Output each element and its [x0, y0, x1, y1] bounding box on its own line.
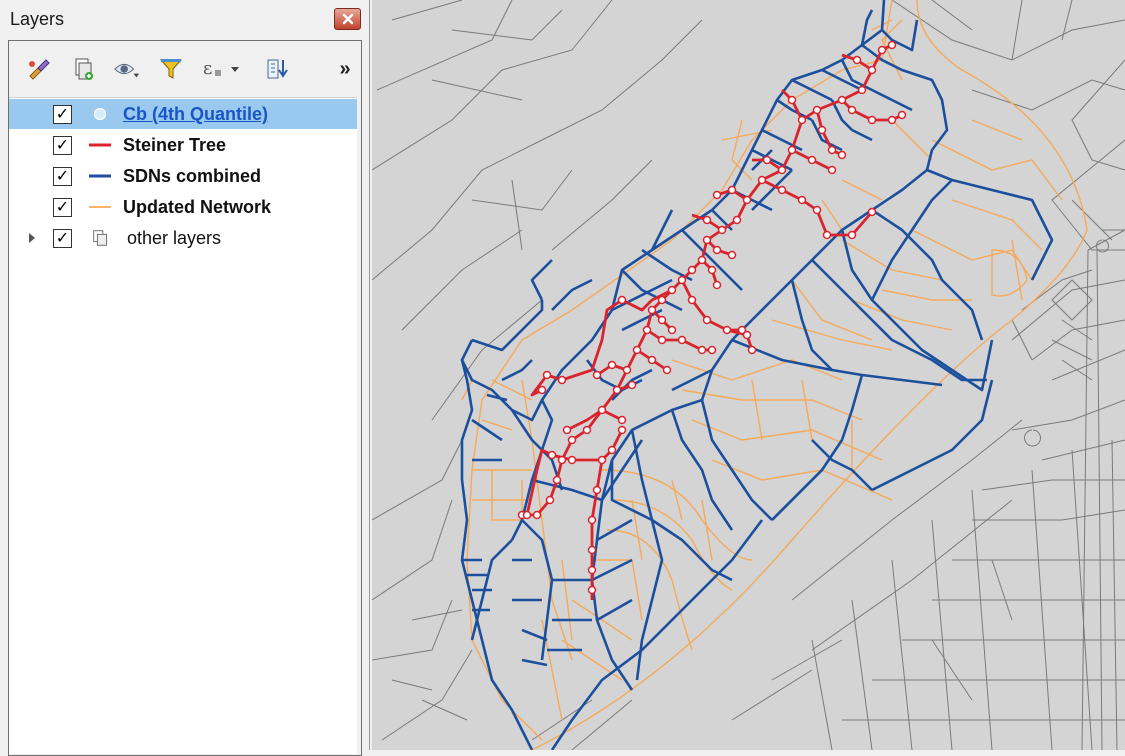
layer-label: Steiner Tree: [123, 135, 227, 155]
layer-checkbox[interactable]: ✓: [53, 105, 72, 124]
expand-arrow-icon[interactable]: [29, 233, 35, 243]
layer-row-steiner-tree[interactable]: ✓ Steiner Tree: [9, 130, 357, 160]
layer-row-updated-network[interactable]: ✓ Updated Network: [9, 192, 357, 222]
filter-expression-icon[interactable]: ε: [201, 55, 241, 83]
filter-legend-icon[interactable]: [157, 55, 185, 83]
layer-checkbox[interactable]: ✓: [53, 136, 72, 155]
line-symbol-icon: [89, 143, 111, 147]
manage-visibility-icon[interactable]: [113, 55, 141, 83]
layer-checkbox[interactable]: ✓: [53, 198, 72, 217]
map-canvas[interactable]: [372, 0, 1125, 750]
add-group-icon[interactable]: [69, 55, 97, 83]
layer-checkbox[interactable]: ✓: [53, 229, 72, 248]
panel-title: Layers: [10, 9, 65, 29]
layer-label: Cb (4th Quantile): [123, 104, 268, 124]
layer-row-other-layers[interactable]: ✓ other layers: [9, 223, 357, 253]
open-layer-styling-icon[interactable]: [25, 55, 53, 83]
expand-all-icon[interactable]: [263, 55, 291, 83]
more-tools-icon[interactable]: »: [331, 55, 359, 83]
layer-label: SDNs combined: [123, 166, 262, 186]
layer-label: other layers: [127, 228, 222, 248]
layers-toolbar: ε »: [9, 41, 361, 97]
close-icon: [342, 13, 353, 25]
layer-row-sdns-combined[interactable]: ✓ SDNs combined: [9, 161, 357, 191]
layers-frame: ε » ✓ Cb (4th Quantile) ✓ Steiner Tree ✓…: [8, 40, 362, 756]
layer-tree: ✓ Cb (4th Quantile) ✓ Steiner Tree ✓ SDN…: [9, 97, 357, 754]
map-view[interactable]: [372, 0, 1125, 750]
layer-row-cb-4th-quantile[interactable]: ✓ Cb (4th Quantile): [9, 99, 357, 129]
layer-checkbox[interactable]: ✓: [53, 167, 72, 186]
layers-panel: Layers ε » ✓ Cb (4th Quantile) ✓ Steiner…: [0, 0, 370, 756]
svg-text:ε: ε: [203, 58, 212, 79]
group-icon: [93, 230, 107, 246]
point-symbol-icon: [93, 108, 107, 120]
line-symbol-icon: [89, 174, 111, 178]
line-symbol-icon: [89, 206, 111, 208]
layer-label: Updated Network: [123, 197, 272, 217]
close-button[interactable]: [334, 8, 361, 30]
